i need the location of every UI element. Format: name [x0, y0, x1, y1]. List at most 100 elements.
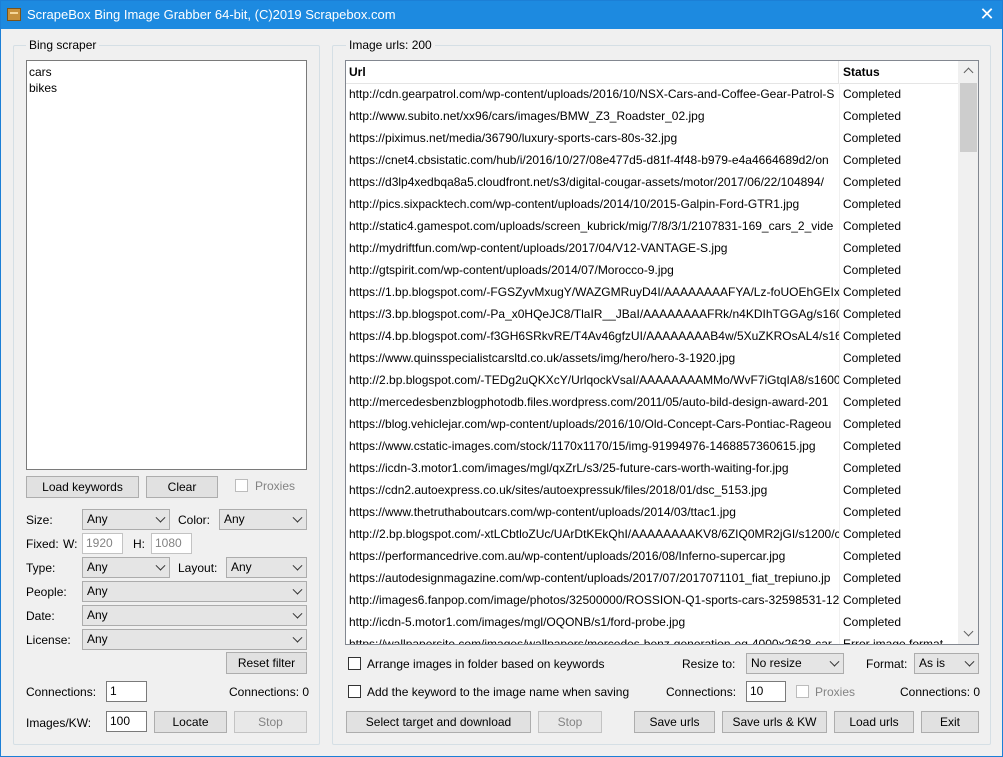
- table-row[interactable]: http://static4.gamespot.com/uploads/scre…: [346, 215, 958, 237]
- image-urls-table[interactable]: Url Status http://cdn.gearpatrol.com/wp-…: [345, 60, 979, 645]
- url-cell: https://cnet4.cbsistatic.com/hub/i/2016/…: [349, 153, 829, 167]
- connections-label: Connections:: [26, 685, 97, 699]
- table-row[interactable]: https://www.cstatic-images.com/stock/117…: [346, 435, 958, 457]
- table-row[interactable]: https://d3lp4xedbqa8a5.cloudfront.net/s3…: [346, 171, 958, 193]
- table-row[interactable]: https://performancedrive.com.au/wp-conte…: [346, 545, 958, 567]
- proxies-label: Proxies: [255, 479, 296, 493]
- url-column-header[interactable]: Url: [346, 61, 839, 84]
- exit-button[interactable]: Exit: [921, 711, 979, 733]
- size-select[interactable]: Any: [82, 509, 170, 530]
- date-select[interactable]: Any: [82, 605, 307, 626]
- table-row[interactable]: https://icdn-3.motor1.com/images/mgl/qxZ…: [346, 457, 958, 479]
- scroll-up-icon[interactable]: [958, 61, 978, 81]
- images-per-kw-input[interactable]: 100: [106, 711, 147, 732]
- table-row[interactable]: https://1.bp.blogspot.com/-FGSZyvMxugY/W…: [346, 281, 958, 303]
- type-select[interactable]: Any: [82, 557, 170, 578]
- chevron-down-icon: [292, 560, 303, 571]
- layout-value: Any: [231, 560, 252, 574]
- table-row[interactable]: http://www.subito.net/xx96/cars/images/B…: [346, 105, 958, 127]
- connections-input[interactable]: 1: [106, 681, 147, 702]
- url-cell: http://2.bp.blogspot.com/-xtLCbtloZUc/UA…: [349, 527, 839, 541]
- date-value: Any: [87, 608, 108, 622]
- add-keyword-label: Add the keyword to the image name when s…: [367, 685, 630, 699]
- table-row[interactable]: http://mydriftfun.com/wp-content/uploads…: [346, 237, 958, 259]
- url-cell: https://icdn-3.motor1.com/images/mgl/qxZ…: [349, 461, 789, 475]
- type-label: Type:: [26, 561, 56, 575]
- keywords-textarea[interactable]: cars bikes: [26, 60, 307, 470]
- url-cell: http://pics.sixpacktech.com/wp-content/u…: [349, 197, 800, 211]
- load-keywords-button[interactable]: Load keywords: [26, 476, 139, 498]
- table-row[interactable]: https://blog.vehiclejar.com/wp-content/u…: [346, 413, 958, 435]
- chevron-down-icon: [292, 632, 303, 643]
- people-select[interactable]: Any: [82, 581, 307, 602]
- status-cell: Completed: [843, 285, 902, 299]
- fixed-width-input[interactable]: 1920: [82, 533, 123, 554]
- locate-button[interactable]: Locate: [154, 711, 227, 733]
- height-label: H:: [133, 537, 145, 551]
- arrange-folder-checkbox[interactable]: [348, 657, 361, 670]
- table-row[interactable]: https://3.bp.blogspot.com/-Pa_x0HQeJC8/T…: [346, 303, 958, 325]
- download-connections-input[interactable]: 10: [746, 681, 786, 702]
- scrollbar-thumb[interactable]: [960, 83, 977, 152]
- chevron-down-icon: [964, 656, 975, 667]
- status-cell: Completed: [843, 219, 902, 233]
- size-value: Any: [87, 512, 108, 526]
- table-row[interactable]: https://autodesignmagazine.com/wp-conten…: [346, 567, 958, 589]
- table-body: http://cdn.gearpatrol.com/wp-content/upl…: [346, 83, 958, 645]
- save-urls-kw-button[interactable]: Save urls & KW: [722, 711, 827, 733]
- table-row[interactable]: http://mercedesbenzblogphotodb.files.wor…: [346, 391, 958, 413]
- table-row[interactable]: http://2.bp.blogspot.com/-TEDg2uQKXcY/Ur…: [346, 369, 958, 391]
- select-target-download-button[interactable]: Select target and download: [346, 711, 531, 733]
- proxies-checkbox[interactable]: [235, 479, 248, 492]
- layout-select[interactable]: Any: [226, 557, 307, 578]
- connections-status: Connections: 0: [229, 685, 310, 699]
- url-cell: http://cdn.gearpatrol.com/wp-content/upl…: [349, 87, 835, 101]
- download-proxies-checkbox[interactable]: [796, 685, 809, 698]
- status-cell: Completed: [843, 483, 902, 497]
- table-row[interactable]: https://4.bp.blogspot.com/-f3GH6SRkvRE/T…: [346, 325, 958, 347]
- url-cell: http://icdn-5.motor1.com/images/mgl/OQON…: [349, 615, 686, 629]
- status-cell: Completed: [843, 307, 902, 321]
- status-cell: Completed: [843, 109, 902, 123]
- license-select[interactable]: Any: [82, 629, 307, 650]
- url-cell: https://wallpapersite.com/images/wallpap…: [349, 637, 832, 645]
- save-urls-button[interactable]: Save urls: [634, 711, 715, 733]
- status-cell: Completed: [843, 527, 902, 541]
- status-cell: Error image format: [843, 637, 944, 645]
- format-select[interactable]: As is: [914, 653, 979, 674]
- clear-button[interactable]: Clear: [146, 476, 218, 498]
- reset-filter-button[interactable]: Reset filter: [226, 652, 307, 674]
- status-column-header[interactable]: Status: [840, 61, 958, 84]
- table-row[interactable]: http://gtspirit.com/wp-content/uploads/2…: [346, 259, 958, 281]
- download-stop-button[interactable]: Stop: [538, 711, 602, 733]
- table-row[interactable]: http://2.bp.blogspot.com/-xtLCbtloZUc/UA…: [346, 523, 958, 545]
- scraper-stop-button[interactable]: Stop: [234, 711, 307, 733]
- table-row[interactable]: http://images6.fanpop.com/image/photos/3…: [346, 589, 958, 611]
- status-cell: Completed: [843, 505, 902, 519]
- table-row[interactable]: https://www.thetruthaboutcars.com/wp-con…: [346, 501, 958, 523]
- table-row[interactable]: http://icdn-5.motor1.com/images/mgl/OQON…: [346, 611, 958, 633]
- vertical-scrollbar[interactable]: [958, 61, 978, 644]
- add-keyword-checkbox[interactable]: [348, 685, 361, 698]
- table-row[interactable]: https://cdn2.autoexpress.co.uk/sites/aut…: [346, 479, 958, 501]
- width-label: W:: [63, 537, 78, 551]
- table-row[interactable]: http://cdn.gearpatrol.com/wp-content/upl…: [346, 83, 958, 105]
- close-icon[interactable]: ✕: [972, 1, 1002, 29]
- resize-select[interactable]: No resize: [746, 653, 844, 674]
- table-row[interactable]: http://pics.sixpacktech.com/wp-content/u…: [346, 193, 958, 215]
- chevron-down-icon: [292, 584, 303, 595]
- title-bar: ScrapeBox Bing Image Grabber 64-bit, (C)…: [1, 1, 1002, 29]
- fixed-height-input[interactable]: 1080: [151, 533, 192, 554]
- table-row[interactable]: https://piximus.net/media/36790/luxury-s…: [346, 127, 958, 149]
- format-value: As is: [919, 656, 946, 670]
- scroll-down-icon[interactable]: [958, 624, 978, 644]
- chevron-down-icon: [292, 512, 303, 523]
- keyword-line: cars: [29, 65, 52, 79]
- table-row[interactable]: https://cnet4.cbsistatic.com/hub/i/2016/…: [346, 149, 958, 171]
- table-row[interactable]: https://www.quinsspecialistcarsltd.co.uk…: [346, 347, 958, 369]
- color-value: Any: [224, 512, 245, 526]
- load-urls-button[interactable]: Load urls: [834, 711, 914, 733]
- license-label: License:: [26, 633, 71, 647]
- color-select[interactable]: Any: [219, 509, 307, 530]
- table-row[interactable]: https://wallpapersite.com/images/wallpap…: [346, 633, 958, 645]
